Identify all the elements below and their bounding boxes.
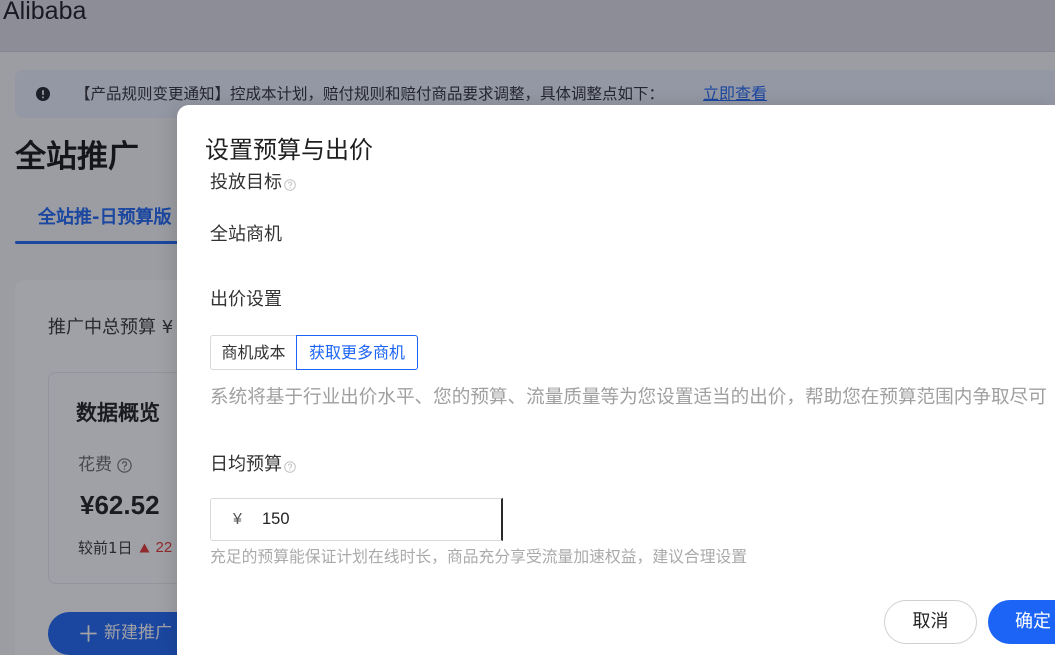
bid-option-cost[interactable]: 商机成本	[210, 335, 297, 370]
daily-budget-label-row: 日均预算	[210, 453, 296, 477]
bid-setting-label: 出价设置	[210, 289, 282, 310]
cancel-button[interactable]: 取消	[884, 600, 977, 644]
question-circle-icon[interactable]	[284, 178, 296, 191]
daily-budget-hint: 充足的预算能保证计划在线时长，商品充分享受流量加速权益，建议合理设置	[210, 547, 748, 566]
bid-mode-segmented: 商机成本 获取更多商机	[210, 335, 418, 370]
bid-option-more-leads[interactable]: 获取更多商机	[296, 335, 418, 370]
currency-prefix: ¥	[233, 511, 242, 528]
confirm-button[interactable]: 确定	[988, 600, 1055, 644]
goal-label-row: 投放目标	[210, 171, 296, 195]
budget-bid-dialog: 设置预算与出价 投放目标 全站商机 出价设置 商机成本 获取更多商机 系统将基于…	[177, 105, 1055, 655]
question-circle-icon[interactable]	[284, 460, 296, 473]
daily-budget-input[interactable]	[262, 508, 462, 531]
daily-budget-label: 日均预算	[210, 454, 282, 475]
daily-budget-input-box[interactable]: ¥	[210, 498, 503, 541]
bid-description: 系统将基于行业出价水平、您的预算、流量质量等为您设置适当的出价，帮助您在预算范围…	[210, 387, 1047, 408]
goal-value: 全站商机	[210, 224, 282, 245]
dialog-title: 设置预算与出价	[205, 136, 373, 164]
goal-label: 投放目标	[210, 172, 282, 193]
